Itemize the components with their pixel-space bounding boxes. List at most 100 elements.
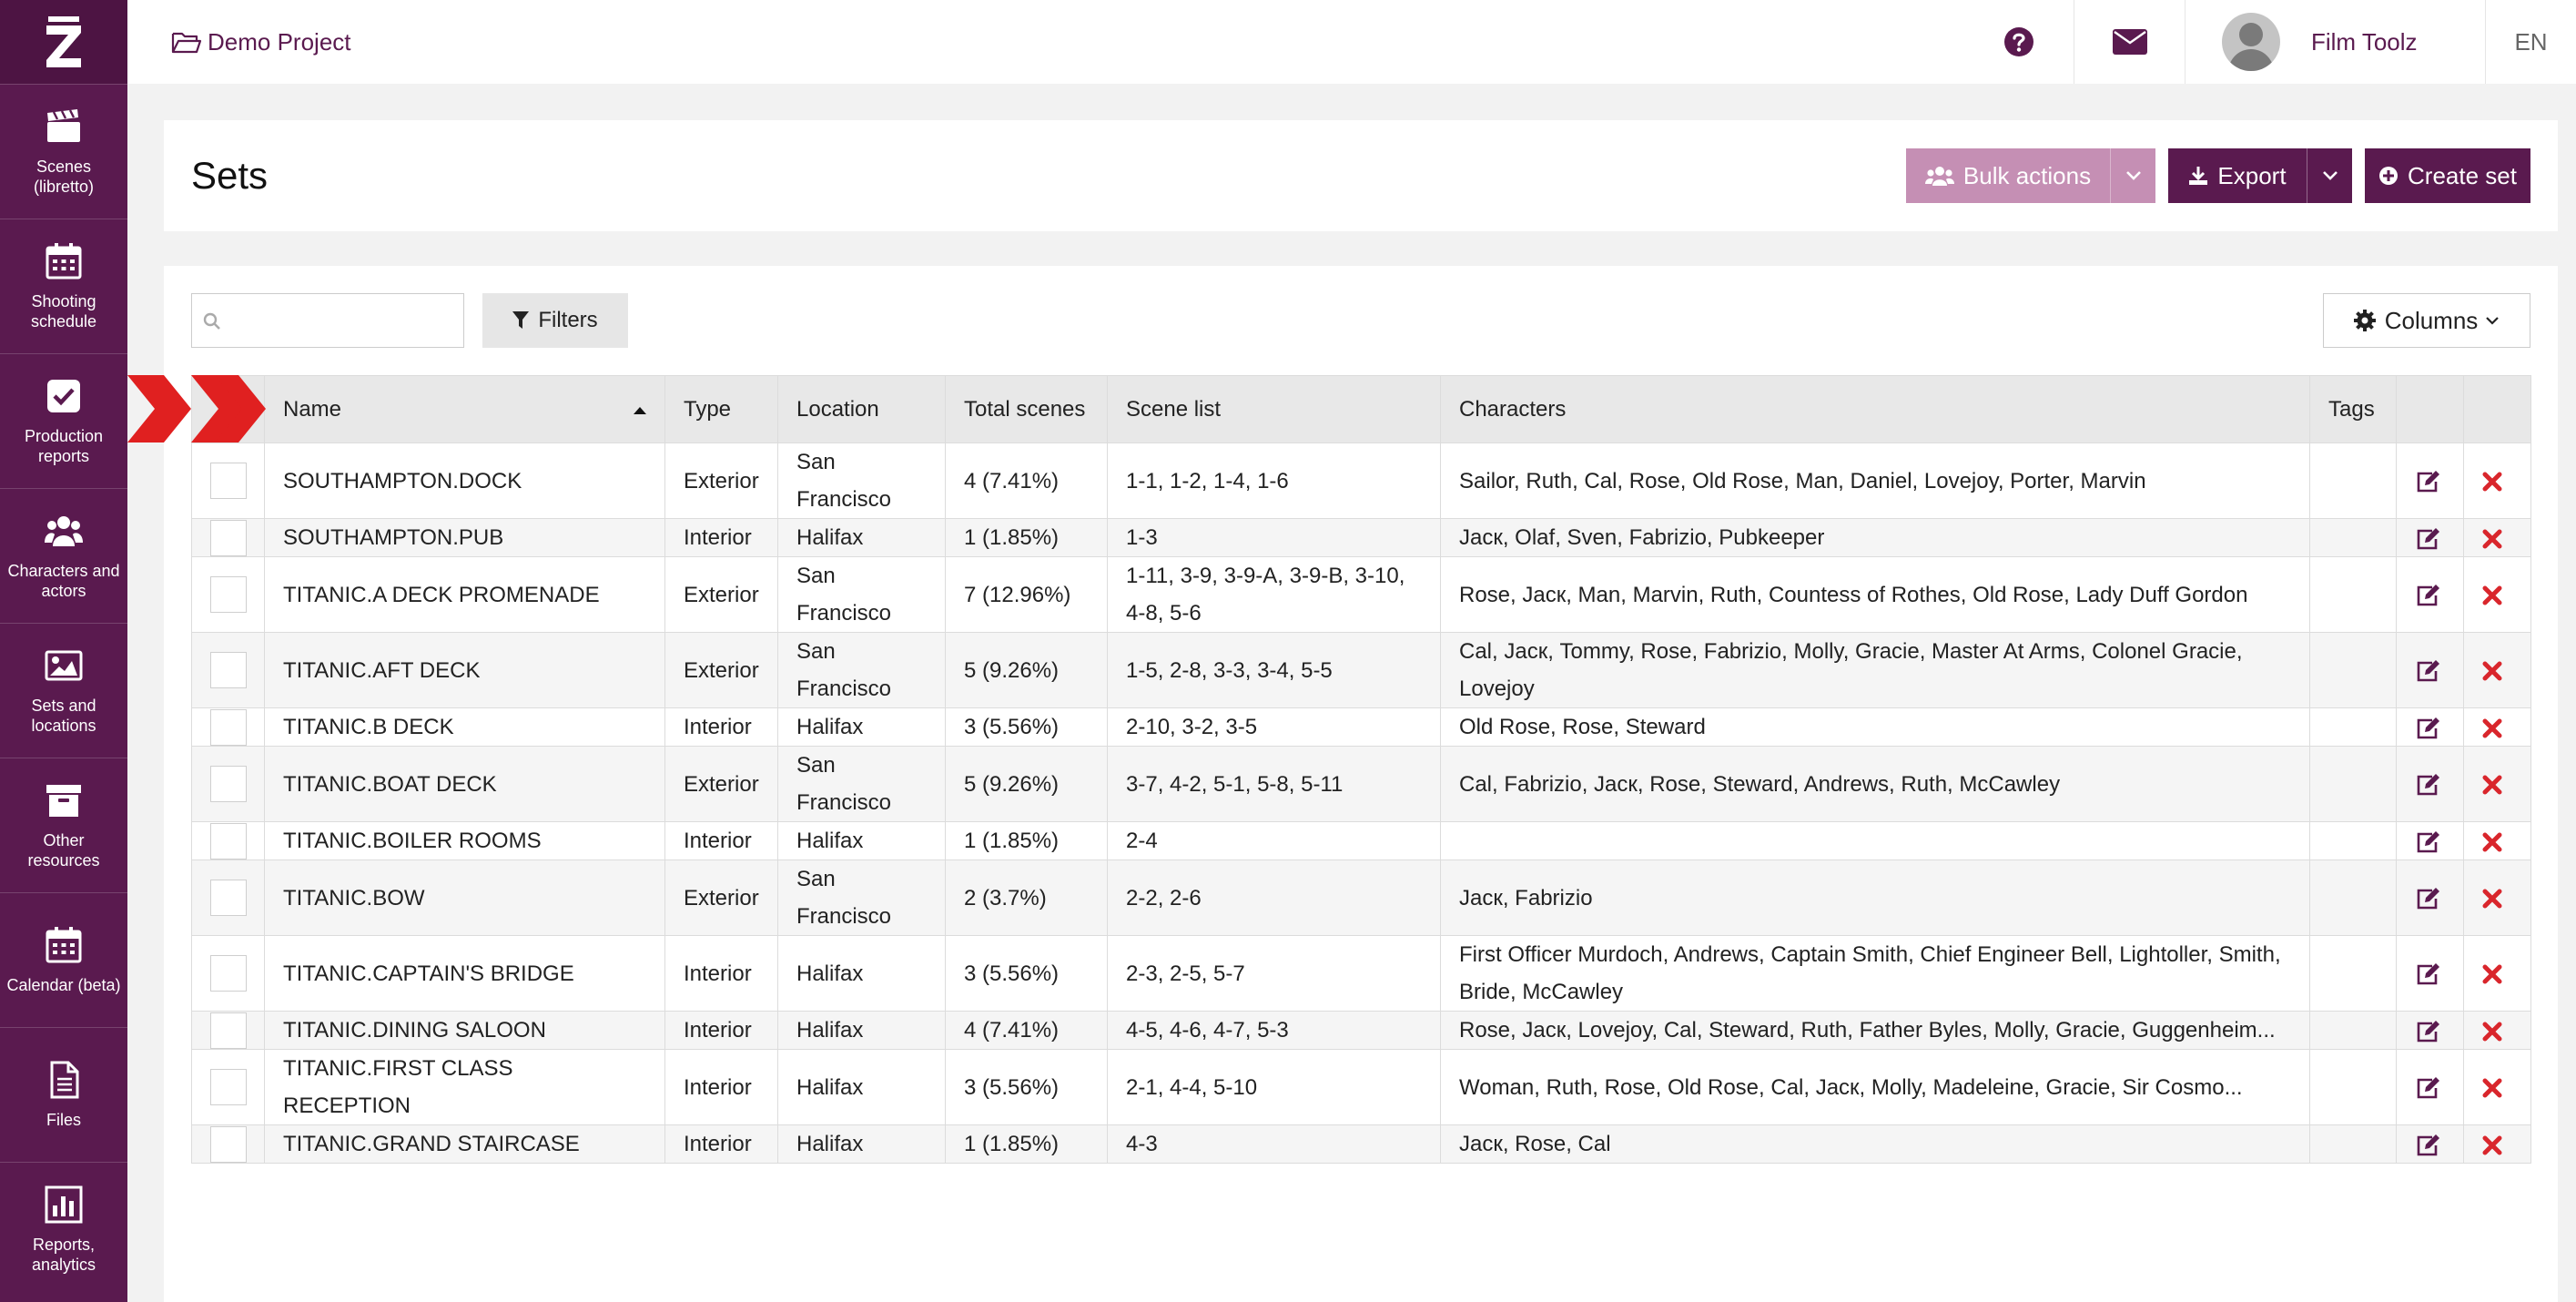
help-button[interactable]: [1964, 0, 2074, 84]
cell-characters: Cal, Fabrizio, Jacк, Rose, Steward, Andr…: [1440, 746, 2310, 822]
delete-button[interactable]: [2463, 935, 2531, 1012]
table-row[interactable]: TITANIC.BOW Exterior San Francisco 2 (3.7%)…: [191, 860, 2531, 936]
cell-name[interactable]: TITANIC.A DECK PROMENADE: [264, 556, 665, 633]
delete-button[interactable]: [2463, 1011, 2531, 1050]
cell-name[interactable]: TITANIC.DINING SALOON: [264, 1011, 665, 1050]
clapperboard-icon: [47, 108, 80, 142]
row-checkbox[interactable]: [210, 576, 247, 613]
table-row[interactable]: TITANIC.AFT DECK Exterior San Francisco 5 (…: [191, 632, 2531, 708]
edit-button[interactable]: [2396, 860, 2464, 936]
row-checkbox[interactable]: [210, 463, 247, 499]
table-row[interactable]: TITANIC.FIRST CLASS RECEPTION Interior Hal…: [191, 1049, 2531, 1125]
cell-name[interactable]: SOUTHAMPTON.DOCK: [264, 442, 665, 519]
cell-name[interactable]: TITANIC.FIRST CLASS RECEPTION: [264, 1049, 665, 1125]
edit-icon: [2417, 717, 2439, 738]
table-row[interactable]: TITANIC.BOILER ROOMS Interior Halifax 1 (1.…: [191, 821, 2531, 860]
sidebar-item-production-reports[interactable]: Production reports: [0, 353, 127, 488]
header-tags[interactable]: Tags: [2309, 375, 2397, 443]
edit-button[interactable]: [2396, 556, 2464, 633]
export-dropdown[interactable]: [2307, 148, 2352, 203]
sidebar-item-calendar-beta[interactable]: Calendar (beta): [0, 892, 127, 1027]
header-location[interactable]: Location: [777, 375, 946, 443]
edit-icon: [2417, 1077, 2439, 1099]
table-row[interactable]: TITANIC.BOAT DECK Exterior San Francisco 5 …: [191, 746, 2531, 822]
export-button[interactable]: Export: [2168, 148, 2307, 203]
create-set-button[interactable]: Create set: [2365, 148, 2530, 203]
cell-name[interactable]: TITANIC.BOW: [264, 860, 665, 936]
search-input[interactable]: [230, 294, 458, 347]
table-row[interactable]: TITANIC.A DECK PROMENADE Exterior San Fran…: [191, 556, 2531, 633]
sidebar-item-files[interactable]: Files: [0, 1027, 127, 1162]
row-checkbox[interactable]: [210, 766, 247, 802]
delete-icon: [2482, 472, 2502, 492]
edit-button[interactable]: [2396, 1124, 2464, 1164]
user-menu[interactable]: Film Toolz: [2185, 0, 2485, 84]
cell-name[interactable]: TITANIC.AFT DECK: [264, 632, 665, 708]
row-checkbox[interactable]: [210, 955, 247, 992]
bulk-actions-dropdown[interactable]: [2110, 148, 2155, 203]
delete-button[interactable]: [2463, 1124, 2531, 1164]
sidebar-item-sets-and-locations[interactable]: Sets and locations: [0, 623, 127, 758]
language-selector[interactable]: EN: [2485, 0, 2576, 84]
header-scene-list[interactable]: Scene list: [1107, 375, 1441, 443]
chevron-down-icon: [2322, 171, 2338, 180]
sidebar-item-characters-and-actors[interactable]: Characters and actors: [0, 488, 127, 623]
bulk-actions-button[interactable]: Bulk actions: [1906, 148, 2110, 203]
table-row[interactable]: SOUTHAMPTON.DOCK Exterior San Francisco 4 (…: [191, 442, 2531, 519]
header-characters[interactable]: Characters: [1440, 375, 2310, 443]
cell-name[interactable]: TITANIC.GRAND STAIRCASE: [264, 1124, 665, 1164]
sidebar-item-scenes-libretto[interactable]: Scenes (libretto): [0, 84, 127, 219]
table-row[interactable]: TITANIC.CAPTAIN'S BRIDGE Interior Halifax 3…: [191, 935, 2531, 1012]
table-row[interactable]: TITANIC.B DECK Interior Halifax 3 (5.56%) 2-…: [191, 707, 2531, 747]
header-type[interactable]: Type: [664, 375, 778, 443]
sidebar-item-shooting-schedule[interactable]: Shooting schedule: [0, 219, 127, 353]
edit-button[interactable]: [2396, 1011, 2464, 1050]
table-row[interactable]: TITANIC.DINING SALOON Interior Halifax 4 (7…: [191, 1011, 2531, 1050]
sidebar-item-other-resources[interactable]: Other resources: [0, 758, 127, 892]
edit-button[interactable]: [2396, 442, 2464, 519]
delete-button[interactable]: [2463, 632, 2531, 708]
app-logo[interactable]: [0, 0, 127, 84]
columns-button[interactable]: Columns: [2323, 293, 2530, 348]
row-checkbox[interactable]: [210, 1012, 247, 1049]
edit-button[interactable]: [2396, 707, 2464, 747]
table-header-row: Name Type Location Total scenes Scene li…: [191, 375, 2531, 443]
row-checkbox[interactable]: [210, 880, 247, 916]
row-checkbox[interactable]: [210, 708, 247, 746]
bar-chart-icon: [45, 1185, 83, 1223]
row-checkbox[interactable]: [210, 652, 247, 688]
row-checkbox[interactable]: [210, 822, 247, 860]
edit-button[interactable]: [2396, 632, 2464, 708]
cell-name[interactable]: TITANIC.BOILER ROOMS: [264, 821, 665, 860]
sidebar-item-reports-analytics[interactable]: Reports, analytics: [0, 1162, 127, 1297]
messages-button[interactable]: [2074, 0, 2185, 84]
cell-name[interactable]: TITANIC.CAPTAIN'S BRIDGE: [264, 935, 665, 1012]
project-link[interactable]: Demo Project: [171, 28, 351, 56]
edit-button[interactable]: [2396, 821, 2464, 860]
cell-name[interactable]: TITANIC.B DECK: [264, 707, 665, 747]
table-row[interactable]: TITANIC.GRAND STAIRCASE Interior Halifax 1 …: [191, 1124, 2531, 1164]
delete-button[interactable]: [2463, 1049, 2531, 1125]
row-checkbox[interactable]: [210, 1069, 247, 1105]
delete-button[interactable]: [2463, 746, 2531, 822]
edit-button[interactable]: [2396, 518, 2464, 557]
delete-button[interactable]: [2463, 556, 2531, 633]
filters-button[interactable]: Filters: [482, 293, 628, 348]
delete-button[interactable]: [2463, 518, 2531, 557]
delete-button[interactable]: [2463, 860, 2531, 936]
cell-name[interactable]: TITANIC.BOAT DECK: [264, 746, 665, 822]
delete-button[interactable]: [2463, 821, 2531, 860]
row-checkbox[interactable]: [210, 1125, 247, 1163]
table-row[interactable]: SOUTHAMPTON.PUB Interior Halifax 1 (1.85%) 1…: [191, 518, 2531, 557]
header-total-scenes[interactable]: Total scenes: [945, 375, 1108, 443]
edit-button[interactable]: [2396, 746, 2464, 822]
sidebar-item-label: Sets and locations: [31, 696, 96, 735]
cell-name[interactable]: SOUTHAMPTON.PUB: [264, 518, 665, 557]
header-name[interactable]: Name: [264, 375, 665, 443]
delete-button[interactable]: [2463, 442, 2531, 519]
row-checkbox[interactable]: [210, 519, 247, 556]
header-edit: [2396, 375, 2464, 443]
delete-button[interactable]: [2463, 707, 2531, 747]
edit-button[interactable]: [2396, 1049, 2464, 1125]
edit-button[interactable]: [2396, 935, 2464, 1012]
